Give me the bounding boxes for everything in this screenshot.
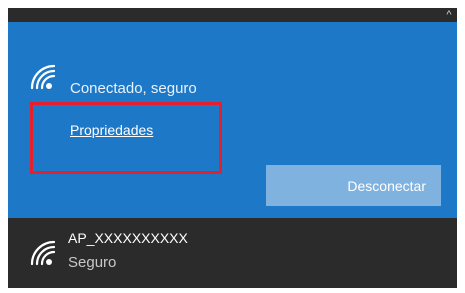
network-security: Seguro	[68, 254, 117, 271]
top-strip: ^	[8, 8, 457, 22]
wifi-icon	[30, 240, 56, 266]
wifi-icon	[30, 64, 56, 90]
wifi-flyout-panel: ^ Conectado, seguro Propriedades Descone…	[8, 8, 457, 288]
connection-status: Conectado, seguro	[70, 80, 197, 97]
highlight-annotation	[30, 102, 222, 174]
connected-network-card[interactable]: Conectado, seguro Propriedades Desconect…	[8, 22, 457, 218]
chevron-up-icon[interactable]: ^	[443, 8, 455, 22]
network-list-item[interactable]: AP_XXXXXXXXXX Seguro	[8, 218, 457, 288]
network-name: AP_XXXXXXXXXX	[68, 230, 188, 246]
disconnect-button[interactable]: Desconectar	[266, 165, 441, 206]
